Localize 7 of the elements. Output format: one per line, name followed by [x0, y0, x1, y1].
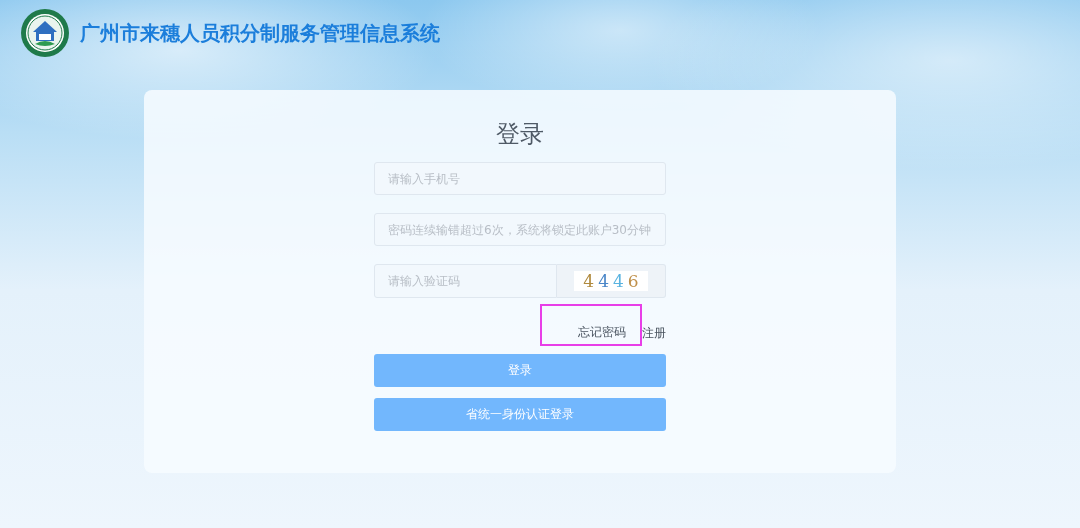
text-link[interactable]: 忘记密码: [540, 304, 642, 346]
login-title: 登录: [496, 119, 544, 150]
sso-login-button[interactable]: 省统一身份认证登录: [374, 398, 666, 431]
text-link[interactable]: 注册: [642, 324, 666, 346]
login-button[interactable]: 登录: [374, 354, 666, 387]
system-title: 广州市来穗人员积分制服务管理信息系统: [80, 19, 440, 47]
logo-icon: [20, 8, 70, 58]
